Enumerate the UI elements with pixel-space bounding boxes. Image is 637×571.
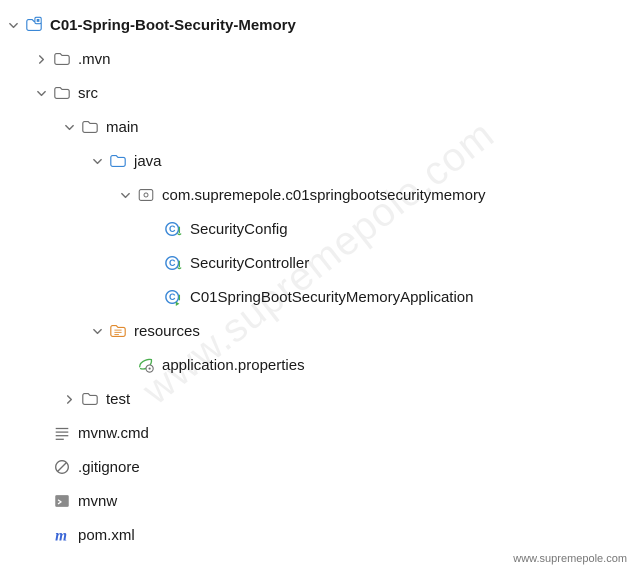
shell-script-icon	[52, 491, 72, 511]
tree-row-mvnw[interactable]: mvnw	[4, 484, 633, 518]
tree-row-gitignore[interactable]: .gitignore	[4, 450, 633, 484]
tree-label: SecurityConfig	[190, 221, 288, 238]
chevron-down-icon[interactable]	[88, 322, 106, 340]
tree-label: com.supremepole.c01springbootsecuritymem…	[162, 187, 485, 204]
tree-row-mvn[interactable]: .mvn	[4, 42, 633, 76]
tree-row-pom[interactable]: m pom.xml	[4, 518, 633, 552]
text-file-icon	[52, 423, 72, 443]
source-folder-icon	[108, 151, 128, 171]
tree-label: mvnw	[78, 493, 117, 510]
chevron-down-icon[interactable]	[32, 84, 50, 102]
chevron-right-icon[interactable]	[60, 390, 78, 408]
folder-icon	[80, 117, 100, 137]
tree-label: .gitignore	[78, 459, 140, 476]
resources-folder-icon	[108, 321, 128, 341]
tree-row-class-securityconfig[interactable]: C SecurityConfig	[4, 212, 633, 246]
tree-row-package[interactable]: com.supremepole.c01springbootsecuritymem…	[4, 178, 633, 212]
tree-label: application.properties	[162, 357, 305, 374]
tree-label: java	[134, 153, 162, 170]
tree-label: C01-Spring-Boot-Security-Memory	[50, 17, 296, 34]
tree-row-src[interactable]: src	[4, 76, 633, 110]
java-class-icon: C	[164, 253, 184, 273]
chevron-down-icon[interactable]	[116, 186, 134, 204]
chevron-right-icon[interactable]	[32, 50, 50, 68]
tree-label: src	[78, 85, 98, 102]
tree-label: C01SpringBootSecurityMemoryApplication	[190, 289, 473, 306]
module-folder-icon	[24, 15, 44, 35]
folder-icon	[80, 389, 100, 409]
java-runnable-class-icon: C	[164, 287, 184, 307]
tree-label: pom.xml	[78, 527, 135, 544]
svg-text:m: m	[55, 527, 67, 544]
svg-text:C: C	[169, 258, 176, 268]
spring-properties-icon	[136, 355, 156, 375]
svg-text:C: C	[169, 292, 176, 302]
tree-row-app-properties[interactable]: application.properties	[4, 348, 633, 382]
tree-label: SecurityController	[190, 255, 309, 272]
tree-label: resources	[134, 323, 200, 340]
footer-watermark: www.supremepole.com	[513, 553, 627, 565]
tree-label: test	[106, 391, 130, 408]
chevron-down-icon[interactable]	[88, 152, 106, 170]
package-icon	[136, 185, 156, 205]
tree-row-class-application[interactable]: C C01SpringBootSecurityMemoryApplication	[4, 280, 633, 314]
tree-row-mvnwcmd[interactable]: mvnw.cmd	[4, 416, 633, 450]
tree-row-test[interactable]: test	[4, 382, 633, 416]
folder-icon	[52, 83, 72, 103]
java-class-icon: C	[164, 219, 184, 239]
chevron-down-icon[interactable]	[60, 118, 78, 136]
tree-row-main[interactable]: main	[4, 110, 633, 144]
tree-label: main	[106, 119, 139, 136]
tree-row-java[interactable]: java	[4, 144, 633, 178]
tree-row-class-securitycontroller[interactable]: C SecurityController	[4, 246, 633, 280]
folder-icon	[52, 49, 72, 69]
gitignore-icon	[52, 457, 72, 477]
tree-row-root[interactable]: C01-Spring-Boot-Security-Memory	[4, 8, 633, 42]
tree-label: .mvn	[78, 51, 111, 68]
tree-label: mvnw.cmd	[78, 425, 149, 442]
svg-text:C: C	[169, 224, 176, 234]
tree-row-resources[interactable]: resources	[4, 314, 633, 348]
maven-pom-icon: m	[52, 525, 72, 545]
chevron-down-icon[interactable]	[4, 16, 22, 34]
